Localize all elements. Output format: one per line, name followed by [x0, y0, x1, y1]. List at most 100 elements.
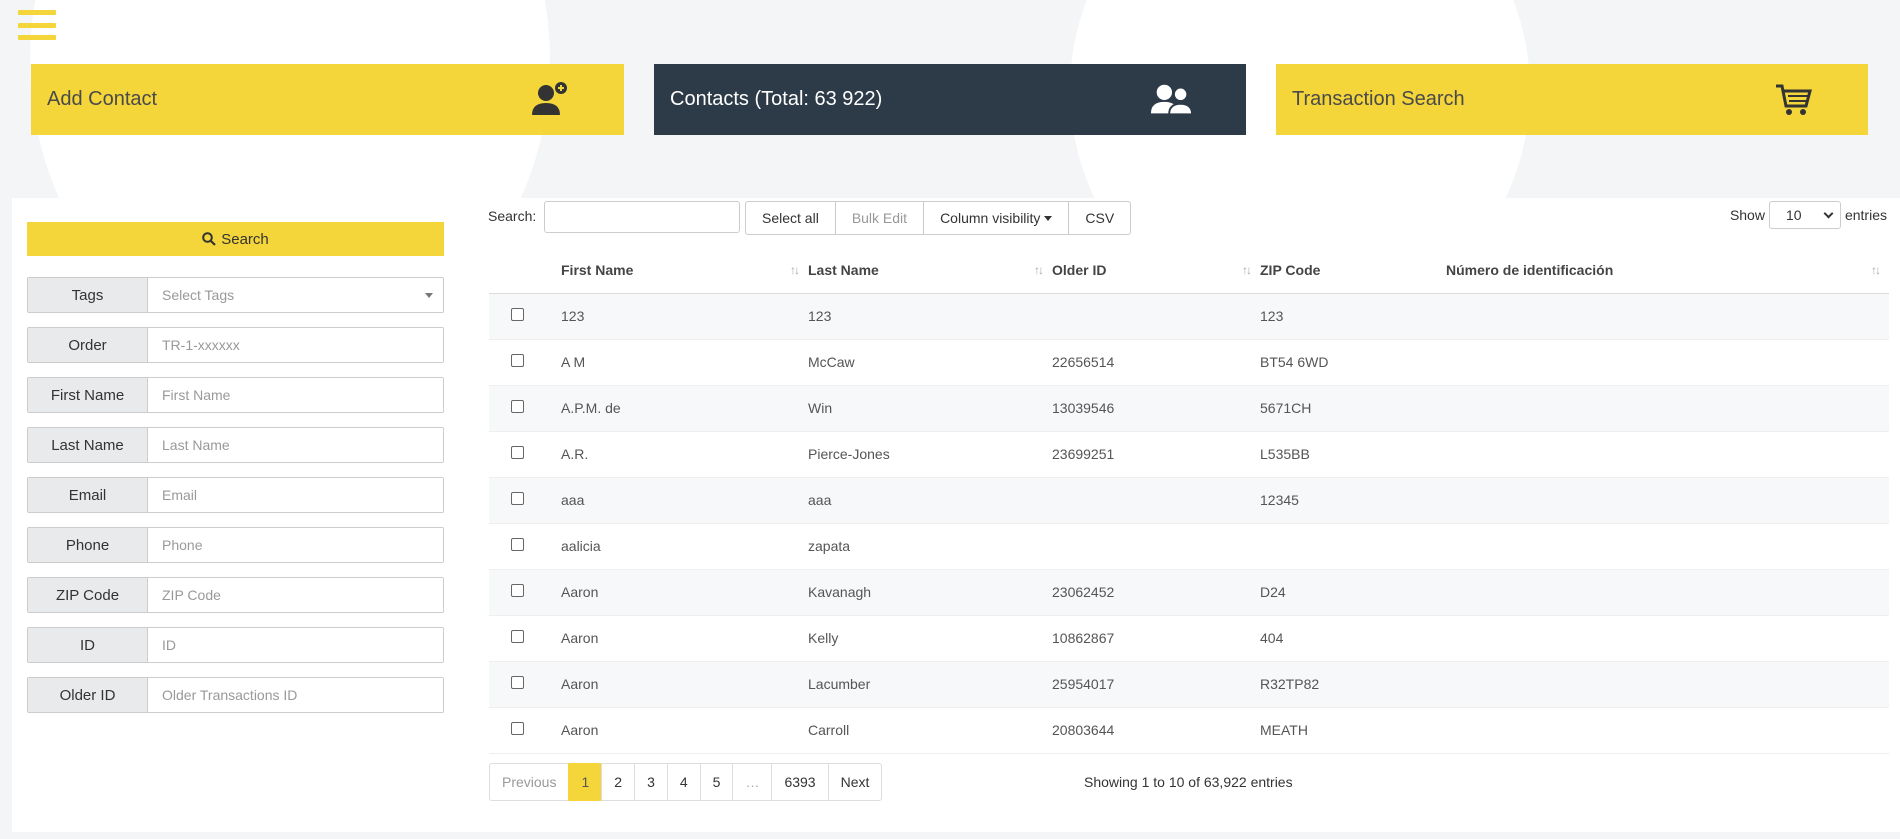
hamburger-icon[interactable] — [18, 10, 56, 40]
table-cell: 123 — [808, 293, 1052, 340]
contacts-tile[interactable]: Contacts (Total: 63 922) — [654, 64, 1246, 135]
table-cell — [1052, 523, 1260, 570]
table-cell: A.R. — [561, 431, 808, 478]
pagination: Previous 1 2 3 4 5… 6393 Next — [489, 763, 883, 801]
phone-filter: Phone — [27, 527, 444, 563]
table-cell — [1446, 339, 1889, 386]
page-button[interactable]: 4 — [666, 763, 701, 801]
chevron-down-icon — [1823, 208, 1834, 218]
table-row[interactable]: aalicia zapata — [489, 523, 1889, 570]
table-cell: 23699251 — [1052, 431, 1260, 478]
older-id-label: Older ID — [28, 678, 148, 712]
id-label: ID — [28, 628, 148, 662]
table-info: Showing 1 to 10 of 63,922 entries — [1084, 774, 1293, 790]
table-cell: 13039546 — [1052, 385, 1260, 432]
row-checkbox[interactable] — [511, 492, 524, 505]
table-cell: 10862867 — [1052, 615, 1260, 662]
first-name-label: First Name — [28, 378, 148, 412]
table-cell: Win — [808, 385, 1052, 432]
row-checkbox[interactable] — [511, 676, 524, 689]
page-button[interactable]: 6393 — [771, 763, 829, 801]
table-search-input[interactable] — [544, 201, 740, 233]
table-row[interactable]: Aaron Kelly 10862867 404 — [489, 615, 1889, 662]
id-input[interactable] — [148, 628, 443, 662]
table-row[interactable]: Aaron Lacumber 25954017 R32TP82 — [489, 661, 1889, 708]
row-checkbox-cell — [489, 293, 561, 340]
row-checkbox[interactable] — [511, 354, 524, 367]
row-checkbox[interactable] — [511, 308, 524, 321]
table-row[interactable]: A.P.M. de Win 13039546 5671CH — [489, 385, 1889, 432]
last-name-input[interactable] — [148, 428, 443, 462]
table-row[interactable]: Aaron Kavanagh 23062452 D24 — [489, 569, 1889, 616]
row-checkbox[interactable] — [511, 630, 524, 643]
table-cell: R32TP82 — [1260, 661, 1446, 708]
row-checkbox[interactable] — [511, 538, 524, 551]
entries-label: entries — [1844, 207, 1887, 223]
select-all-button[interactable]: Select all — [745, 201, 836, 235]
row-checkbox[interactable] — [511, 400, 524, 413]
bulk-edit-button[interactable]: Bulk Edit — [834, 201, 925, 235]
email-label: Email — [28, 478, 148, 512]
table-cell — [1446, 293, 1889, 340]
next-page-button[interactable]: Next — [827, 763, 883, 801]
table-cell: MEATH — [1260, 707, 1446, 754]
header-older-id[interactable]: Older ID ↑↓ — [1052, 247, 1260, 294]
table-row[interactable]: aaa aaa 12345 — [489, 477, 1889, 524]
row-checkbox-cell — [489, 339, 561, 386]
zip-code-input[interactable] — [148, 578, 443, 612]
table-cell — [1052, 477, 1260, 524]
header-label: Número de identificación — [1446, 261, 1614, 278]
table-cell: Aaron — [561, 615, 808, 662]
table-cell: aalicia — [561, 523, 808, 570]
table-cell: A M — [561, 339, 808, 386]
row-checkbox-cell — [489, 523, 561, 570]
previous-page-button[interactable]: Previous — [489, 763, 570, 801]
search-button[interactable]: Search — [27, 222, 444, 256]
table-row[interactable]: 123 123 123 — [489, 293, 1889, 340]
table-actions: Select all Bulk Edit Column visibility C… — [745, 201, 1132, 235]
table-cell: Aaron — [561, 707, 808, 754]
tags-select[interactable]: Select Tags — [148, 278, 443, 312]
page-button[interactable]: 3 — [634, 763, 668, 801]
table-cell: Lacumber — [808, 661, 1052, 708]
phone-input[interactable] — [148, 528, 443, 562]
transaction-search-tile[interactable]: Transaction Search — [1276, 64, 1868, 135]
first-name-input[interactable] — [148, 378, 443, 412]
table-cell: 5671CH — [1260, 385, 1446, 432]
row-checkbox-cell — [489, 569, 561, 616]
order-input[interactable] — [148, 328, 443, 362]
header-first-name[interactable]: First Name ↑↓ — [561, 247, 808, 294]
table-cell: aaa — [561, 477, 808, 524]
row-checkbox[interactable] — [511, 446, 524, 459]
older-id-input[interactable] — [148, 678, 443, 712]
page-button[interactable]: 5 — [699, 763, 734, 801]
page-length-select[interactable]: 10 — [1768, 201, 1841, 229]
id-filter: ID — [27, 627, 444, 663]
row-checkbox[interactable] — [511, 722, 524, 735]
table-cell: aaa — [808, 477, 1052, 524]
table-row[interactable]: A.R. Pierce-Jones 23699251 L535BB — [489, 431, 1889, 478]
order-filter: Order — [27, 327, 444, 363]
sort-icon: ↑↓ — [1034, 263, 1044, 277]
header-label: ZIP Code — [1260, 261, 1321, 278]
order-label: Order — [28, 328, 148, 362]
row-checkbox[interactable] — [511, 584, 524, 597]
header-zip-code[interactable]: ZIP Code — [1260, 247, 1446, 294]
table-row[interactable]: Aaron Carroll 20803644 MEATH — [489, 707, 1889, 754]
page-button[interactable]: 1 — [568, 763, 603, 801]
table-cell — [1446, 385, 1889, 432]
email-input[interactable] — [148, 478, 443, 512]
page-button[interactable]: 2 — [601, 763, 636, 801]
zip-code-filter: ZIP Code — [27, 577, 444, 613]
csv-button[interactable]: CSV — [1068, 201, 1132, 235]
table-cell: Kavanagh — [808, 569, 1052, 616]
row-checkbox-cell — [489, 431, 561, 478]
table-cell — [1446, 615, 1889, 662]
tags-label: Tags — [28, 278, 148, 312]
table-row[interactable]: A M McCaw 22656514 BT54 6WD — [489, 339, 1889, 386]
header-id-number[interactable]: Número de identificación ↑↓ — [1446, 247, 1889, 294]
column-visibility-button[interactable]: Column visibility — [923, 201, 1070, 235]
contacts-table: First Name ↑↓ Last Name ↑↓ Older ID ↑↓ ZIP … — [489, 247, 1889, 754]
header-last-name[interactable]: Last Name ↑↓ — [808, 247, 1052, 294]
add-contact-tile[interactable]: Add Contact — [31, 64, 624, 135]
